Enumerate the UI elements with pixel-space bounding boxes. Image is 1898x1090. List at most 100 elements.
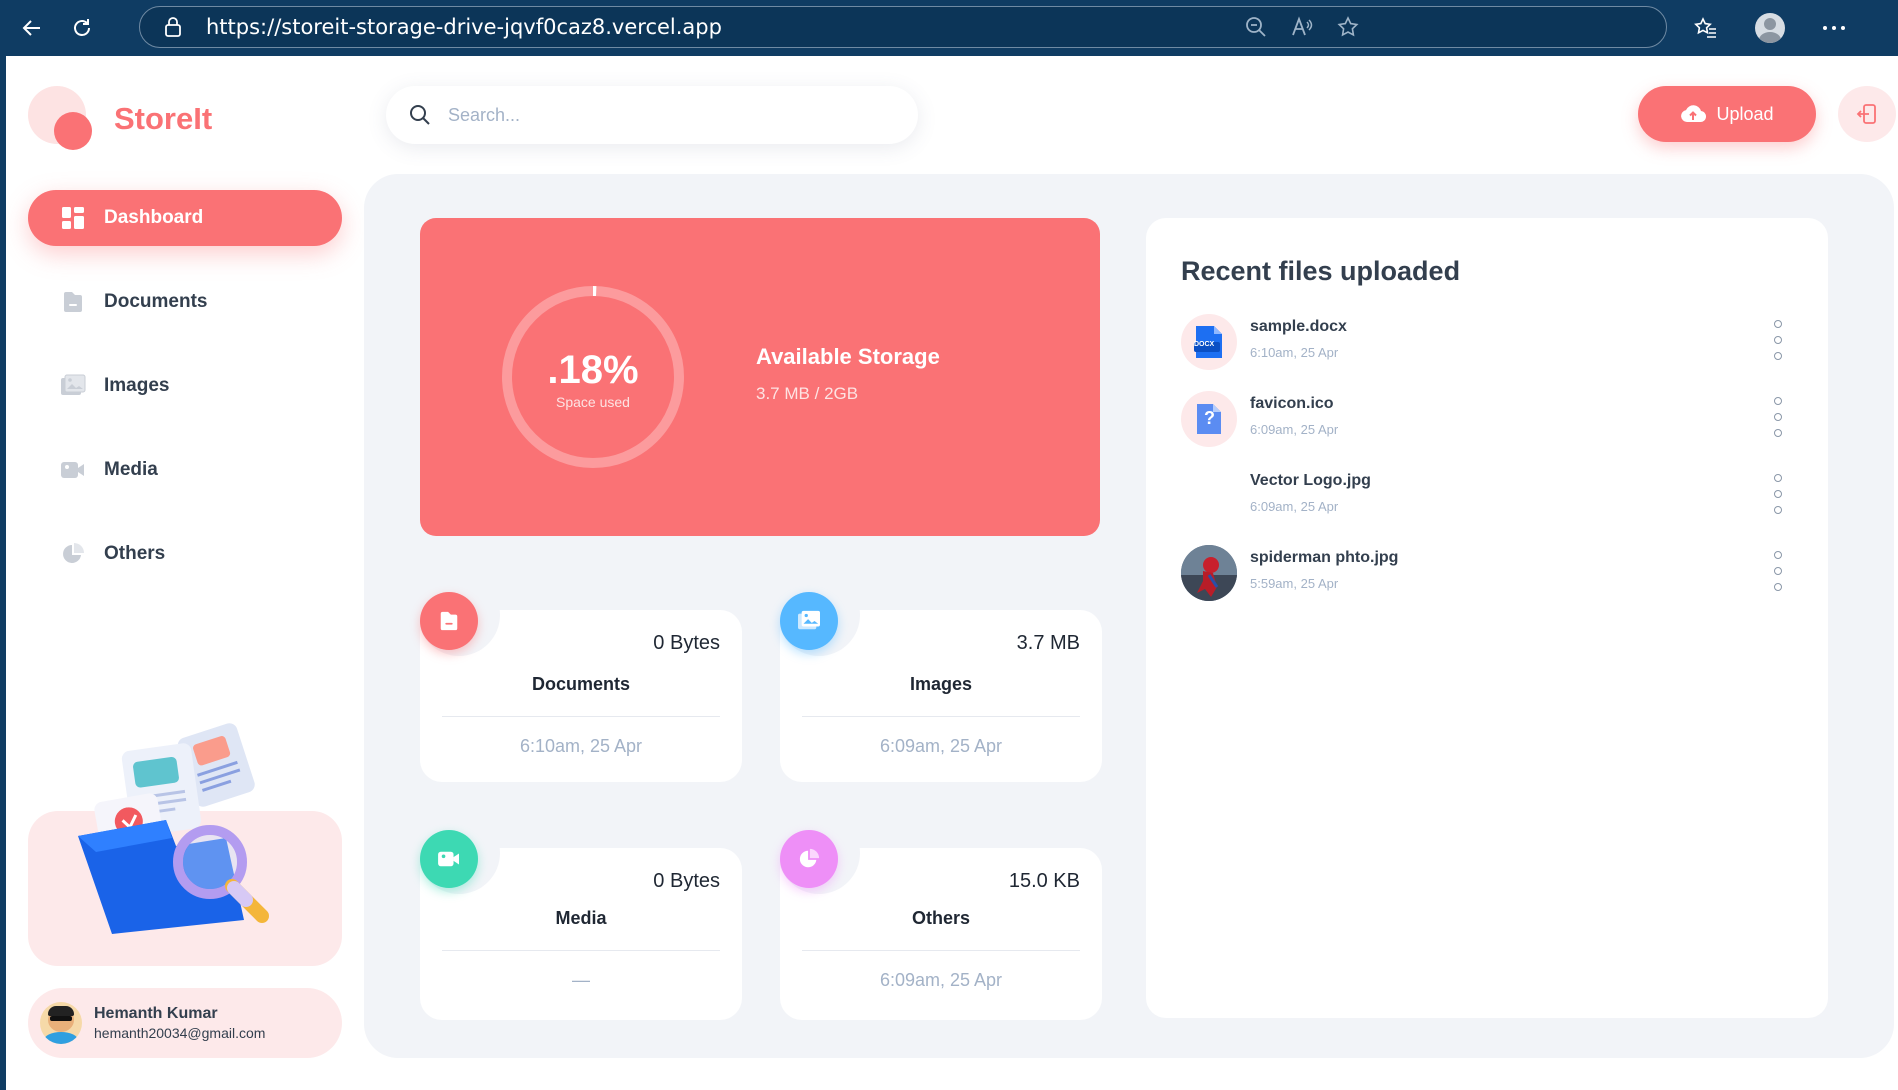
zoom-out-icon[interactable] <box>1241 12 1271 42</box>
sidebar-item-documents[interactable]: Documents <box>28 274 342 330</box>
file-date: 6:09am, 25 Apr <box>1250 499 1339 514</box>
unknown-badge-text: ? <box>1204 408 1215 428</box>
summary-card-images[interactable]: 3.7 MB Images 6:09am, 25 Apr <box>778 574 1102 782</box>
summary-title: Images <box>909 674 973 694</box>
storage-total: 2GB <box>824 384 859 403</box>
documents-icon <box>60 289 86 315</box>
file-actions-menu-icon[interactable] <box>1771 397 1785 437</box>
url-text[interactable]: https://storeit-storage-drive-jqvf0caz8.… <box>206 7 722 47</box>
search-icon <box>410 105 430 125</box>
refresh-icon <box>74 19 90 36</box>
summary-date: — <box>572 970 590 990</box>
recent-file-row[interactable]: Vector Logo.jpg 6:09am, 25 Apr <box>1181 466 1801 526</box>
back-arrow-icon <box>22 20 40 36</box>
summary-card-documents[interactable]: 0 Bytes Documents 6:10am, 25 Apr <box>418 574 742 782</box>
images-icon <box>60 373 86 399</box>
storage-usage-ring: .18% Space used <box>498 282 688 472</box>
upload-label: Upload <box>1716 103 1774 124</box>
sidebar-item-dashboard[interactable]: Dashboard <box>28 190 342 246</box>
search-bar[interactable] <box>386 86 918 144</box>
file-name: Vector Logo.jpg <box>1250 472 1371 489</box>
document-icon <box>420 592 478 650</box>
sidebar-item-label: Others <box>104 543 166 564</box>
sidebar-item-others[interactable]: Others <box>28 526 342 582</box>
recent-files-heading: Recent files uploaded <box>1181 256 1461 286</box>
usage-label: Space used <box>556 394 630 410</box>
usage-percent: .18% <box>547 348 639 392</box>
avatar <box>40 1002 82 1044</box>
summary-title: Documents <box>531 674 630 694</box>
summary-size: 0 Bytes <box>653 632 720 654</box>
favorite-star-icon[interactable] <box>1333 12 1363 42</box>
address-bar[interactable]: https://storeit-storage-drive-jqvf0caz8.… <box>139 6 1667 48</box>
file-name: spiderman phto.jpg <box>1250 549 1399 566</box>
favorites-icon[interactable] <box>1690 12 1722 44</box>
summary-size: 0 Bytes <box>653 870 720 892</box>
logo-mark-icon <box>28 86 94 152</box>
pie-icon <box>780 830 838 888</box>
sidebar-item-images[interactable]: Images <box>28 358 342 414</box>
recent-files-panel: Recent files uploaded DOCX sample.docx 6… <box>1146 218 1828 1018</box>
summary-date: 6:09am, 25 Apr <box>879 970 1003 990</box>
user-name: Hemanth Kumar <box>94 1005 218 1022</box>
divider <box>802 716 1080 717</box>
upload-button[interactable]: Upload <box>1638 86 1816 142</box>
sidebar-item-label: Dashboard <box>104 207 204 228</box>
sidebar-item-label: Documents <box>104 291 208 312</box>
folder-illustration <box>78 723 269 934</box>
storage-used: 3.7 MB <box>756 384 810 403</box>
file-actions-menu-icon[interactable] <box>1771 551 1785 591</box>
recent-file-row[interactable]: DOCX sample.docx 6:10am, 25 Apr <box>1181 312 1801 372</box>
read-aloud-icon[interactable] <box>1287 12 1317 42</box>
logout-icon <box>1856 104 1876 124</box>
recent-file-row[interactable]: ? favicon.ico 6:09am, 25 Apr <box>1181 389 1801 449</box>
docx-icon: DOCX <box>1181 314 1237 370</box>
storage-amount: 3.7 MB / 2GB <box>756 384 858 404</box>
summary-date: 6:10am, 25 Apr <box>519 736 643 756</box>
storage-separator: / <box>814 384 820 403</box>
logout-button[interactable] <box>1838 86 1896 142</box>
file-actions-menu-icon[interactable] <box>1771 320 1785 360</box>
app-window: StoreIt Upload Dashboard Documents Image… <box>6 56 1898 1090</box>
file-date: 6:09am, 25 Apr <box>1250 422 1339 437</box>
summary-date: 6:09am, 25 Apr <box>879 736 1003 756</box>
summary-size: 3.7 MB <box>1016 632 1080 654</box>
file-actions-menu-icon[interactable] <box>1771 474 1785 514</box>
sidebar-item-media[interactable]: Media <box>28 442 342 498</box>
dashboard-icon <box>60 205 86 231</box>
others-icon <box>60 541 86 567</box>
summary-size: 15.0 KB <box>1008 870 1080 892</box>
logo-text: StoreIt <box>114 101 213 136</box>
refresh-button[interactable] <box>66 12 98 44</box>
back-button[interactable] <box>16 12 48 44</box>
sidebar-item-label: Media <box>104 459 158 480</box>
file-date: 6:10am, 25 Apr <box>1250 345 1339 360</box>
divider <box>802 950 1080 951</box>
divider <box>442 950 720 951</box>
cloud-upload-icon <box>1681 105 1707 123</box>
more-menu-icon[interactable] <box>1818 12 1850 44</box>
summary-card-media[interactable]: 0 Bytes Media — <box>418 812 742 1020</box>
media-icon <box>60 457 86 483</box>
summary-title: Media <box>555 908 607 928</box>
profile-icon[interactable] <box>1754 12 1786 44</box>
summary-title: Others <box>911 908 971 928</box>
image-icon <box>780 592 838 650</box>
user-card[interactable]: Hemanth Kumar hemanth20034@gmail.com <box>28 988 342 1058</box>
user-email: hemanth20034@gmail.com <box>94 1025 266 1041</box>
unknown-file-icon: ? <box>1181 391 1237 447</box>
docx-badge-text: DOCX <box>1194 341 1215 348</box>
lock-icon[interactable] <box>158 12 188 42</box>
logo[interactable]: StoreIt <box>28 86 212 152</box>
file-name: sample.docx <box>1250 318 1347 335</box>
storage-card: .18% Space used Available Storage 3.7 MB… <box>420 218 1100 536</box>
file-name: favicon.ico <box>1250 395 1334 412</box>
browser-toolbar: https://storeit-storage-drive-jqvf0caz8.… <box>0 0 1898 56</box>
search-input[interactable] <box>446 103 890 127</box>
available-storage-title: Available Storage <box>756 344 940 369</box>
photo-thumbnail <box>1181 545 1237 601</box>
recent-file-row[interactable]: spiderman phto.jpg 5:59am, 25 Apr <box>1181 543 1801 603</box>
summary-card-others[interactable]: 15.0 KB Others 6:09am, 25 Apr <box>778 812 1102 1020</box>
file-date: 5:59am, 25 Apr <box>1250 576 1339 591</box>
divider <box>442 716 720 717</box>
